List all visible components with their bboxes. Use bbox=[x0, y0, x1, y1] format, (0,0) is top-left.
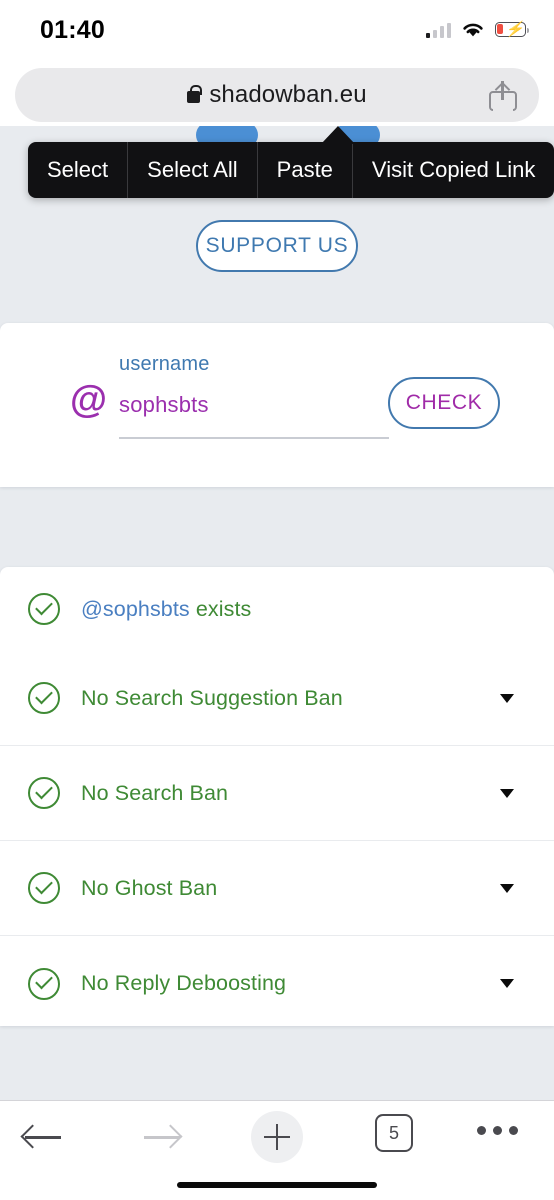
url-text-wrap: shadowban.eu bbox=[187, 81, 367, 109]
result-row-search-suggestion-ban[interactable]: No Search Suggestion Ban bbox=[0, 651, 554, 746]
username-label: username bbox=[119, 353, 210, 375]
result-row-ghost-ban[interactable]: No Ghost Ban bbox=[0, 841, 554, 936]
forward-arrow-icon bbox=[142, 1117, 183, 1157]
context-menu-pointer bbox=[321, 126, 355, 144]
check-circle-icon bbox=[28, 967, 60, 1000]
toolbar-icons: 5 bbox=[0, 1101, 554, 1173]
check-button[interactable]: CHECK bbox=[388, 377, 500, 429]
username-input[interactable]: sophsbts bbox=[119, 392, 389, 418]
at-symbol-icon: @ bbox=[70, 379, 108, 421]
browser-toolbar-top: shadowban.eu bbox=[0, 64, 554, 126]
check-circle-icon bbox=[28, 777, 60, 809]
tab-count-button[interactable]: 5 bbox=[375, 1114, 413, 1152]
chevron-down-icon[interactable] bbox=[500, 788, 514, 798]
check-circle-icon bbox=[28, 593, 60, 625]
context-menu-item-select[interactable]: Select bbox=[28, 142, 129, 198]
result-row-reply-deboosting[interactable]: No Reply Deboosting bbox=[0, 936, 554, 1031]
context-menu-item-visit-copied-link[interactable]: Visit Copied Link bbox=[353, 142, 554, 198]
wifi-icon bbox=[463, 23, 483, 37]
result-row-exists: @sophsbts exists bbox=[0, 567, 554, 651]
result-label-exists: @sophsbts exists bbox=[81, 597, 251, 622]
context-menu-item-paste[interactable]: Paste bbox=[258, 142, 353, 198]
share-icon[interactable] bbox=[489, 81, 517, 111]
web-page-content: SUPPORT US @ username sophsbts CHECK @so… bbox=[0, 126, 554, 1100]
context-menu-item-select-all[interactable]: Select All bbox=[128, 142, 258, 198]
back-arrow-icon[interactable] bbox=[20, 1117, 63, 1157]
plus-icon[interactable] bbox=[251, 1111, 303, 1163]
result-row-search-ban[interactable]: No Search Ban bbox=[0, 746, 554, 841]
context-menu: Select Select All Paste Visit Copied Lin… bbox=[28, 142, 554, 198]
result-label: No Reply Deboosting bbox=[81, 971, 287, 995]
result-label: No Search Ban bbox=[81, 780, 229, 805]
result-exists-suffix: exists bbox=[189, 596, 252, 621]
chevron-down-icon[interactable] bbox=[500, 883, 514, 893]
lock-icon bbox=[187, 85, 202, 103]
status-bar: 01:40 ⚡ bbox=[0, 0, 554, 58]
chevron-down-icon[interactable] bbox=[500, 979, 514, 988]
username-form-card: @ username sophsbts CHECK bbox=[0, 323, 554, 487]
check-circle-icon bbox=[28, 872, 60, 904]
result-label: No Search Suggestion Ban bbox=[81, 685, 343, 710]
phone-screen: 01:40 ⚡ shadowban.eu SUPPORT US @ userna… bbox=[0, 0, 554, 1200]
more-dots-icon[interactable] bbox=[477, 1126, 518, 1135]
chevron-down-icon[interactable] bbox=[500, 693, 514, 703]
username-field-group: username sophsbts bbox=[119, 353, 389, 439]
cellular-signal-icon bbox=[425, 22, 451, 38]
browser-toolbar-bottom: 5 bbox=[0, 1100, 554, 1200]
results-card: @sophsbts exists No Search Suggestion Ba… bbox=[0, 567, 554, 1026]
status-time: 01:40 bbox=[40, 16, 105, 44]
url-text: shadowban.eu bbox=[209, 81, 367, 108]
url-bar[interactable]: shadowban.eu bbox=[15, 68, 539, 122]
result-username: @sophsbts bbox=[81, 596, 190, 621]
check-circle-icon bbox=[28, 682, 60, 714]
status-icons: ⚡ bbox=[425, 20, 530, 39]
battery-charging-icon: ⚡ bbox=[495, 22, 530, 37]
result-label: No Ghost Ban bbox=[81, 875, 218, 900]
input-underline bbox=[119, 437, 389, 439]
home-indicator bbox=[177, 1182, 377, 1188]
support-us-button[interactable]: SUPPORT US bbox=[196, 220, 358, 272]
